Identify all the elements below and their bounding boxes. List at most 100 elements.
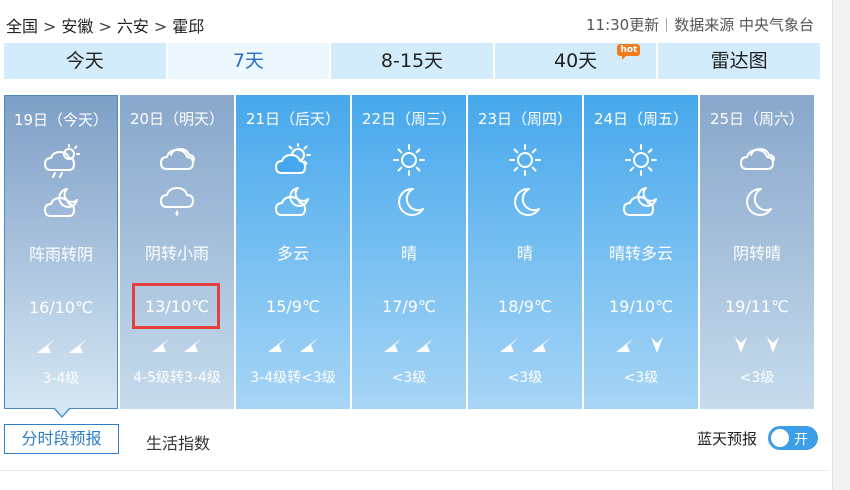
tab-40-days[interactable]: 40天 hot [494, 43, 657, 79]
divider [666, 18, 668, 32]
temperature: 19/10℃ [608, 297, 674, 316]
tab-today[interactable]: 今天 [4, 43, 166, 79]
hot-badge: hot [617, 44, 641, 60]
tab-label: 今天 [65, 50, 104, 72]
weather-text: 阵雨转阴 [28, 245, 93, 264]
breadcrumb-item-city[interactable]: 六安 [117, 17, 149, 36]
wind-level: 3-4级转<3级 [250, 370, 336, 386]
life-index-link[interactable]: 生活指数 [146, 430, 210, 454]
moon-icon [505, 185, 545, 219]
overcast-icon [737, 143, 777, 177]
day-date: 25日（周六） [709, 110, 805, 128]
sun-icon [621, 143, 661, 177]
breadcrumb: 全国 > 安徽 > 六安 > 霍邱 [6, 13, 204, 37]
sun-icon [389, 143, 429, 177]
sun-icon [505, 143, 545, 177]
blue-sky-forecast-label: 蓝天预报 [697, 430, 758, 448]
day-date: 22日（周三） [361, 110, 457, 128]
wind-arrow-icon [530, 333, 552, 355]
temperature: 19/11℃ [724, 297, 790, 316]
day-card[interactable]: 22日（周三） 晴 17/9℃ <3级 [352, 95, 466, 409]
wind-down-icon [730, 333, 752, 355]
tab-8-15-days[interactable]: 8-15天 [331, 43, 493, 79]
weather-text: 阴转晴 [732, 244, 781, 263]
day-card[interactable]: 24日（周五） 晴转多云 19/10℃ <3级 [584, 95, 698, 409]
day-card[interactable]: 21日（后天） 多云 15/9℃ 3-4级转<3级 [236, 95, 350, 409]
tab-7-days[interactable]: 7天 [167, 43, 330, 79]
day-card[interactable]: 25日（周六） 阴转晴 19/11℃ <3级 [700, 95, 814, 409]
temperature: 15/9℃ [266, 297, 320, 316]
breadcrumb-item-county: 霍邱 [172, 17, 205, 36]
seven-day-forecast: 19日（今天） 阵雨转阴 16/10℃ 3-4级 20日（明天） 阴转小雨 13… [4, 95, 816, 418]
wind-directions [120, 333, 234, 355]
wind-directions [236, 333, 350, 355]
day-date: 24日（周五） [593, 110, 689, 128]
tab-label: 40天 [553, 50, 598, 72]
weather-text: 阴转小雨 [144, 244, 209, 263]
breadcrumb-item-country[interactable]: 全国 [6, 17, 38, 36]
overcast-icon [157, 143, 197, 177]
wind-directions [468, 333, 582, 355]
temperature: 17/9℃ [382, 297, 436, 316]
wind-arrow-icon [382, 333, 404, 355]
night-cloud-icon [621, 185, 661, 219]
wind-arrow-icon [498, 333, 520, 355]
wind-arrow-icon [150, 333, 172, 355]
day-date: 21日（后天） [245, 110, 341, 128]
tab-label: 雷达图 [710, 50, 768, 72]
divider [0, 470, 828, 471]
breadcrumb-separator: > [153, 17, 168, 36]
update-time: 11:30更新 [585, 16, 660, 34]
selected-pointer [53, 407, 71, 418]
moon-icon [389, 185, 429, 219]
day-card[interactable]: 19日（今天） 阵雨转阴 16/10℃ 3-4级 [4, 95, 118, 418]
wind-arrow-icon [35, 334, 57, 356]
wind-level: <3级 [391, 370, 427, 386]
day-date: 19日（今天） [13, 111, 109, 129]
wind-down-icon [762, 333, 784, 355]
wind-level: <3级 [623, 370, 659, 386]
day-date: 20日（明天） [129, 110, 225, 128]
weather-text: 多云 [276, 244, 309, 263]
moon-icon [737, 185, 777, 219]
wind-arrow-icon [298, 333, 320, 355]
toggle-knob [771, 429, 789, 447]
forecast-tabs: 今天 7天 8-15天 40天 hot 雷达图 [4, 43, 820, 79]
wind-directions [584, 333, 698, 355]
weather-text: 晴 [400, 244, 417, 263]
breadcrumb-item-province[interactable]: 安徽 [61, 17, 93, 36]
bottom-bar: 分时段预报 生活指数 蓝天预报 开 [0, 420, 828, 460]
tab-radar[interactable]: 雷达图 [658, 43, 820, 79]
hourly-forecast-button[interactable]: 分时段预报 [4, 424, 119, 454]
partly-cloudy-icon [273, 143, 313, 177]
shower-cloud-sun-icon [42, 144, 82, 178]
day-card[interactable]: 20日（明天） 阴转小雨 13/10℃ 4-5级转3-4级 [120, 95, 234, 409]
night-cloud-icon [42, 186, 82, 220]
wind-level: 3-4级 [42, 371, 80, 387]
wind-arrow-icon [266, 333, 288, 355]
wind-level: <3级 [739, 370, 775, 386]
right-frame-edge [832, 0, 850, 490]
tab-label: 7天 [232, 50, 264, 72]
weather-text: 晴 [516, 244, 533, 263]
blue-sky-toggle[interactable]: 开 [768, 426, 818, 450]
weather-text: 晴转多云 [608, 244, 673, 263]
day-date: 23日（周四） [477, 110, 573, 128]
temperature-highlight-box [132, 283, 220, 329]
data-source: 数据来源 中央气象台 [674, 16, 814, 34]
breadcrumb-separator: > [43, 17, 57, 36]
temperature: 16/10℃ [28, 298, 94, 317]
night-cloud-icon [273, 185, 313, 219]
top-bar: 全国 > 安徽 > 六安 > 霍邱 11:30更新 数据来源 中央气象台 [0, 0, 828, 42]
wind-directions [700, 333, 814, 355]
temperature: 18/9℃ [498, 297, 552, 316]
breadcrumb-separator: > [98, 17, 112, 36]
wind-directions [5, 334, 117, 356]
wind-arrow-icon [414, 333, 436, 355]
wind-level: <3级 [507, 370, 543, 386]
wind-arrow-icon [614, 333, 636, 355]
wind-directions [352, 333, 466, 355]
day-card[interactable]: 23日（周四） 晴 18/9℃ <3级 [468, 95, 582, 409]
wind-arrow-icon [182, 333, 204, 355]
light-rain-icon [157, 185, 197, 219]
